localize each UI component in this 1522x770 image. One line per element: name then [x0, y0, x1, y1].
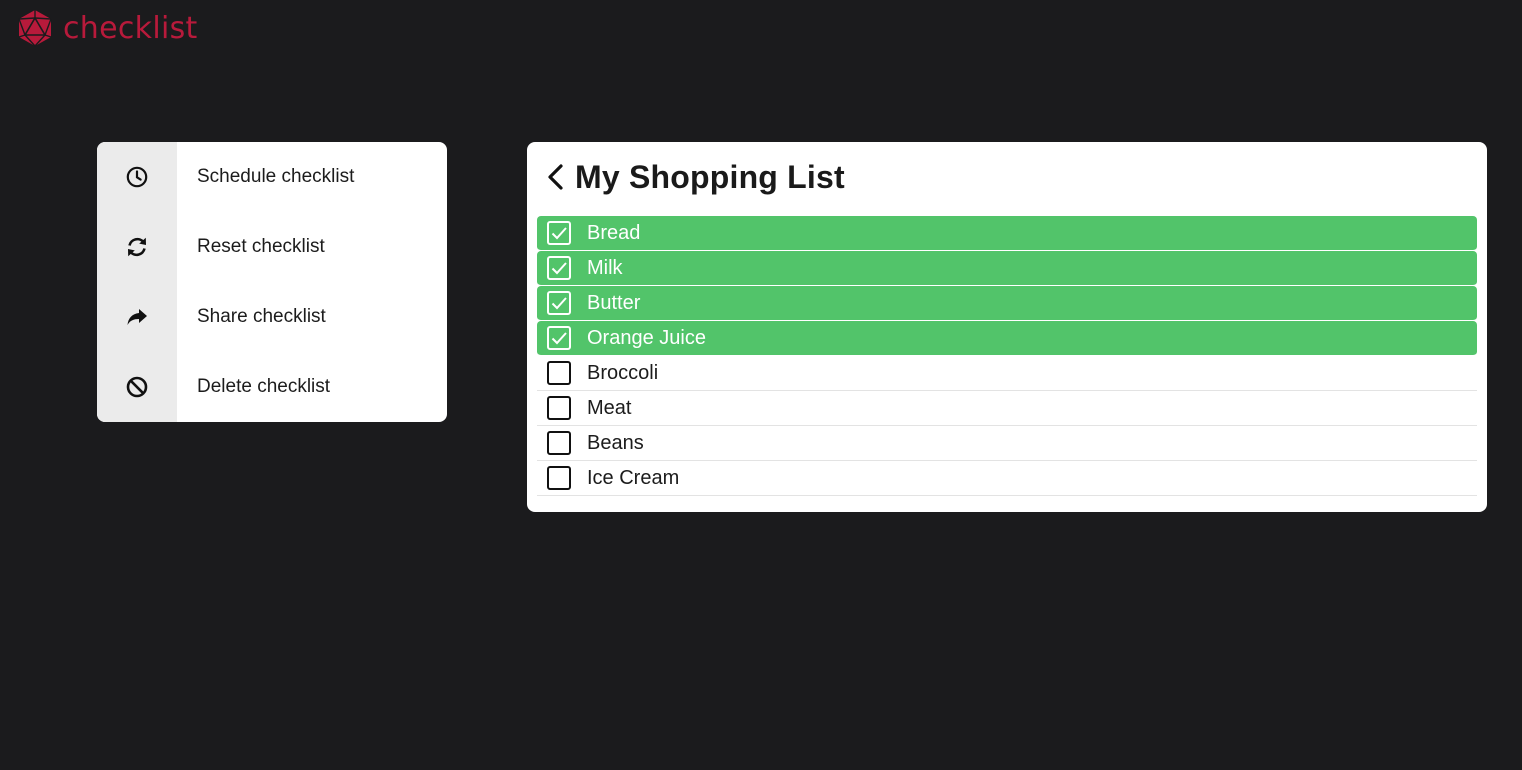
- unchecked-checkbox-icon[interactable]: [546, 465, 572, 491]
- checklist-item-label: Milk: [587, 256, 623, 279]
- unchecked-checkbox-icon[interactable]: [546, 430, 572, 456]
- checklist-item[interactable]: Meat: [537, 391, 1477, 426]
- page-title: My Shopping List: [575, 158, 845, 195]
- checklist-item-label: Butter: [587, 291, 641, 314]
- checklist-card: My Shopping List Bread Milk Butter Orange J…: [527, 142, 1487, 512]
- app-header: checklist: [16, 8, 198, 48]
- checklist-item[interactable]: Bread: [537, 216, 1477, 251]
- checklist-item-label: Meat: [587, 396, 632, 419]
- unchecked-checkbox-icon[interactable]: [546, 360, 572, 386]
- delete-checklist-button[interactable]: Delete checklist: [97, 352, 447, 422]
- menu-item-label: Reset checklist: [197, 236, 325, 257]
- chevron-left-icon[interactable]: [543, 162, 569, 192]
- checklist-item[interactable]: Orange Juice: [537, 321, 1477, 356]
- checklist-item-label: Orange Juice: [587, 326, 706, 349]
- checked-checkbox-icon[interactable]: [546, 325, 572, 351]
- checklist-item-label: Beans: [587, 431, 644, 454]
- checked-checkbox-icon[interactable]: [546, 290, 572, 316]
- ban-icon: [126, 376, 148, 398]
- checklist-item[interactable]: Ice Cream: [537, 461, 1477, 496]
- refresh-icon: [128, 237, 146, 257]
- clock-icon: [126, 166, 148, 188]
- brand-name[interactable]: checklist: [63, 11, 198, 46]
- checklist-item[interactable]: Beans: [537, 426, 1477, 461]
- checklist-items: Bread Milk Butter Orange Juice Broccoli Meat B…: [537, 216, 1477, 496]
- menu-item-label: Share checklist: [197, 306, 326, 327]
- checklist-item-label: Bread: [587, 221, 641, 244]
- checklist-item-label: Ice Cream: [587, 466, 680, 489]
- checklist-item[interactable]: Milk: [537, 251, 1477, 286]
- reset-checklist-button[interactable]: Reset checklist: [97, 212, 447, 282]
- menu-item-label: Delete checklist: [197, 376, 331, 397]
- checklist-item-label: Broccoli: [587, 361, 659, 384]
- d20-icon[interactable]: [16, 9, 54, 47]
- share-icon: [127, 309, 147, 325]
- checklist-action-menu: Schedule checklist Reset checklist Share…: [97, 142, 447, 422]
- menu-item-label: Schedule checklist: [197, 166, 355, 187]
- share-checklist-button[interactable]: Share checklist: [97, 282, 447, 352]
- checked-checkbox-icon[interactable]: [546, 220, 572, 246]
- unchecked-checkbox-icon[interactable]: [546, 395, 572, 421]
- checklist-item[interactable]: Butter: [537, 286, 1477, 321]
- checked-checkbox-icon[interactable]: [546, 255, 572, 281]
- checklist-item[interactable]: Broccoli: [537, 356, 1477, 391]
- schedule-checklist-button[interactable]: Schedule checklist: [97, 142, 447, 212]
- checklist-header: My Shopping List: [543, 156, 845, 198]
